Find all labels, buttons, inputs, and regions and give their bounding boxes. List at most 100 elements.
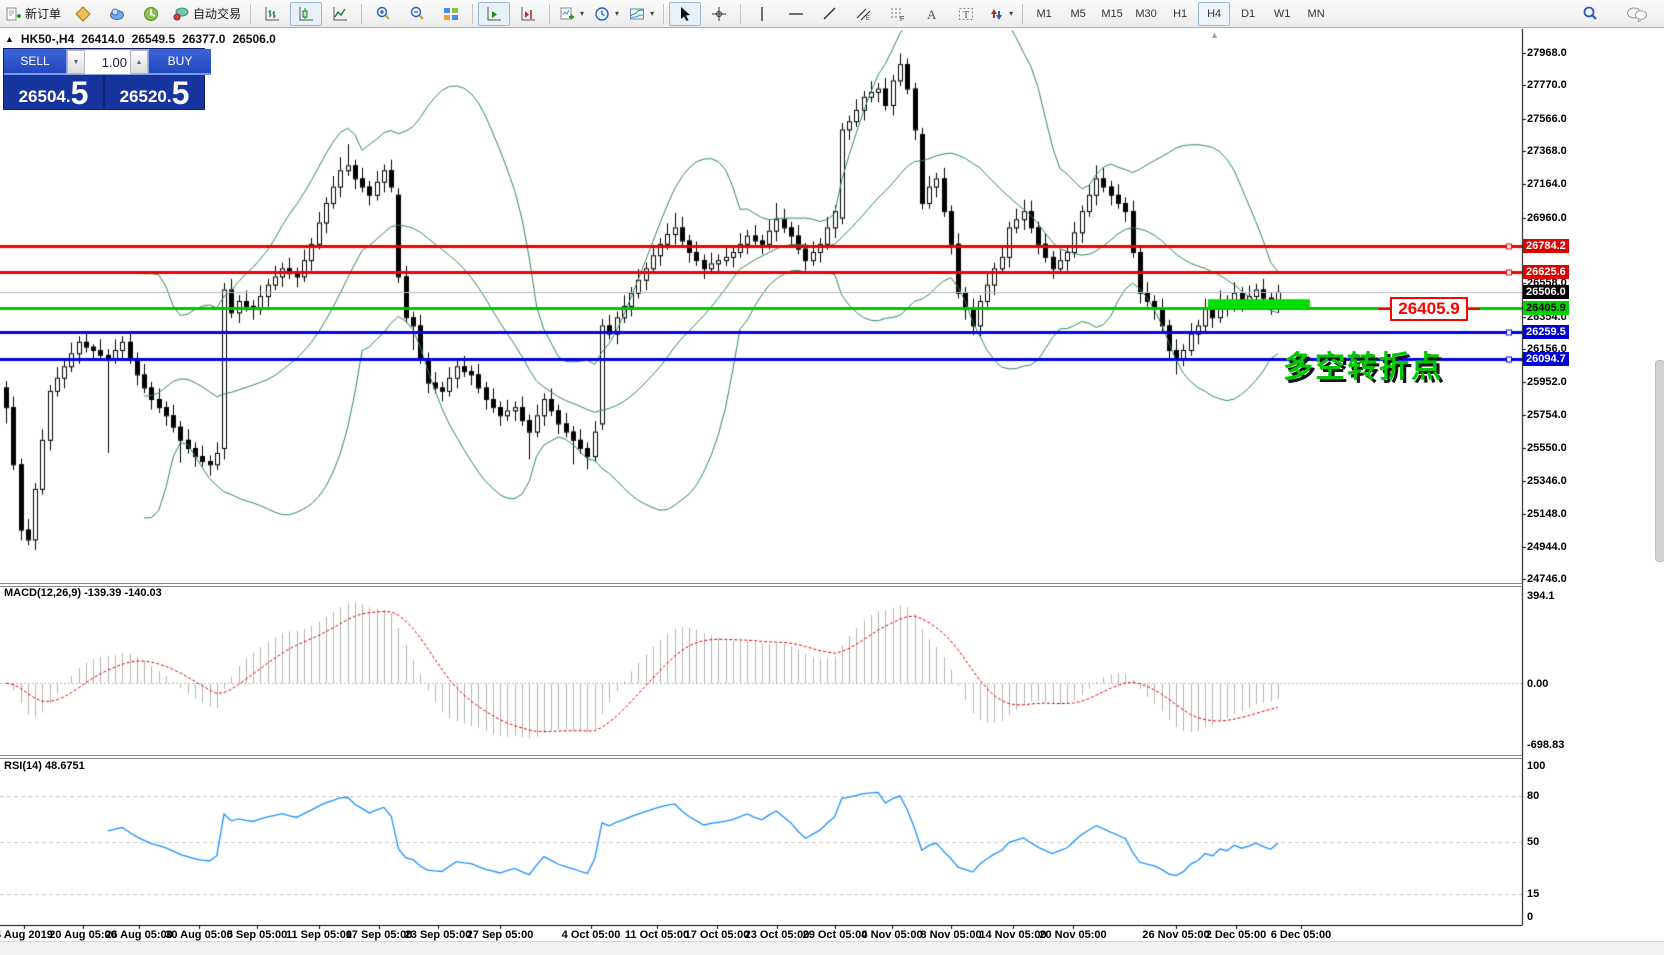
data-window-icon: [109, 6, 125, 22]
rsi-scale-label: 80: [1527, 790, 1539, 803]
price-tick-label: 25754.0: [1527, 409, 1567, 422]
volume-down-button[interactable]: ▼: [67, 50, 85, 74]
new-chart-icon: [559, 6, 575, 22]
timeframe-M15[interactable]: M15: [1096, 2, 1128, 26]
bar-chart-button[interactable]: [256, 2, 288, 26]
chart-shift-button[interactable]: [512, 2, 544, 26]
price-level-label: 26784.2: [1523, 239, 1569, 253]
navigator-button[interactable]: [135, 2, 167, 26]
quote-high: 26549.5: [132, 32, 175, 46]
new-order-label: 新订单: [25, 5, 61, 22]
tile-windows-button[interactable]: [435, 2, 467, 26]
panel-separator[interactable]: [0, 583, 1522, 587]
buy-price[interactable]: 26520.5: [105, 75, 204, 109]
volume-up-button[interactable]: ▲: [130, 50, 148, 74]
auto-scroll-button[interactable]: [478, 2, 510, 26]
arrows-button[interactable]: ▾: [984, 2, 1017, 26]
zoom-out-button[interactable]: [401, 2, 433, 26]
price-chart-canvas[interactable]: [0, 29, 1664, 954]
zoom-in-icon: [375, 6, 391, 22]
trendline-button[interactable]: [814, 2, 846, 26]
text-button[interactable]: A: [916, 2, 948, 26]
date-label: 6 Dec 05:00: [1246, 929, 1356, 941]
quote-low: 26377.0: [182, 32, 225, 46]
crosshair-icon: [711, 6, 727, 22]
one-click-trading-panel: SELL ▼ ▲ BUY 26504.5 26520.5: [3, 48, 205, 110]
timeframe-W1[interactable]: W1: [1266, 2, 1298, 26]
text-icon: A: [924, 6, 940, 22]
timeframe-toolbar: M1M5M15M30H1H4D1W1MN: [1027, 2, 1333, 26]
line-chart-icon: [332, 6, 348, 22]
autotrading-button[interactable]: 自动交易: [169, 2, 245, 26]
data-window-button[interactable]: [101, 2, 133, 26]
equidistant-channel-button[interactable]: E: [848, 2, 880, 26]
horizontal-line-button[interactable]: [780, 2, 812, 26]
level-price-tag[interactable]: 26405.9: [1390, 297, 1468, 321]
date-label: 20 Nov 05:00: [1018, 929, 1128, 941]
svg-text:T: T: [963, 10, 969, 21]
scroll-marker-icon: ▴: [1212, 30, 1217, 41]
dropdown-arrow-icon: ▾: [650, 9, 654, 18]
macd-indicator-label: MACD(12,26,9) -139.39 -140.03: [4, 587, 162, 599]
sell-label: SELL: [20, 54, 49, 68]
timeframe-M1[interactable]: M1: [1028, 2, 1060, 26]
price-tick-label: 24746.0: [1527, 573, 1567, 586]
timeframe-M30[interactable]: M30: [1130, 2, 1162, 26]
svg-text:E: E: [866, 16, 870, 22]
volume-control: ▼ ▲: [66, 49, 149, 75]
tile-windows-icon: [443, 6, 459, 22]
price-tick-label: 27968.0: [1527, 47, 1567, 60]
macd-scale-top: 394.1: [1527, 590, 1555, 603]
price-tick-label: 27566.0: [1527, 113, 1567, 126]
candlestick-chart-button[interactable]: [290, 2, 322, 26]
cursor-button[interactable]: [669, 2, 701, 26]
sell-price-main: 26504: [19, 87, 66, 107]
vertical-line-icon: [754, 6, 770, 22]
timeframe-H4[interactable]: H4: [1198, 2, 1230, 26]
chart-text-annotation[interactable]: 多空转折点: [1283, 342, 1443, 386]
templates-button[interactable]: ▾: [625, 2, 658, 26]
market-watch-button[interactable]: [67, 2, 99, 26]
timeframe-MN[interactable]: MN: [1300, 2, 1332, 26]
new-chart-button[interactable]: ▾: [555, 2, 588, 26]
buy-button[interactable]: BUY: [149, 49, 211, 75]
sell-price[interactable]: 26504.5: [4, 75, 105, 109]
periods-button[interactable]: ▾: [590, 2, 623, 26]
sell-button[interactable]: SELL: [4, 49, 66, 75]
crosshair-button[interactable]: [703, 2, 735, 26]
dropdown-arrow-icon: ▾: [580, 9, 584, 18]
zoom-out-icon: [409, 6, 425, 22]
line-chart-button[interactable]: [324, 2, 356, 26]
templates-icon: [629, 6, 645, 22]
toolbar-separator: [549, 4, 550, 24]
search-icon: [1581, 5, 1599, 23]
zoom-in-button[interactable]: [367, 2, 399, 26]
equidistant-channel-icon: E: [856, 6, 872, 22]
volume-input[interactable]: [85, 50, 130, 74]
svg-text:A: A: [927, 7, 937, 22]
panel-separator[interactable]: [0, 755, 1522, 759]
vertical-line-button[interactable]: [746, 2, 778, 26]
price-tick-label: 26960.0: [1527, 212, 1567, 225]
arrows-icon: [988, 6, 1004, 22]
price-tick-label: 25550.0: [1527, 442, 1567, 455]
trendline-icon: [822, 6, 838, 22]
price-level-label: 26405.9: [1523, 301, 1569, 315]
search-button[interactable]: [1574, 2, 1606, 26]
collapse-panel-icon[interactable]: ▲: [5, 34, 14, 44]
dropdown-arrow-icon: ▾: [615, 9, 619, 18]
fibonacci-button[interactable]: F: [882, 2, 914, 26]
price-level-label: 26506.0: [1523, 285, 1569, 299]
new-order-button[interactable]: 新订单: [1, 2, 65, 26]
window-scrollbar-thumb[interactable]: [1655, 360, 1664, 562]
chat-button[interactable]: [1621, 2, 1653, 26]
timeframe-H1[interactable]: H1: [1164, 2, 1196, 26]
timeframe-M5[interactable]: M5: [1062, 2, 1094, 26]
navigator-icon: [143, 6, 159, 22]
autotrading-icon: [173, 6, 189, 22]
toolbar-separator: [250, 4, 251, 24]
sell-price-pip: 5: [71, 79, 89, 107]
chart-shift-icon: [520, 6, 536, 22]
timeframe-D1[interactable]: D1: [1232, 2, 1264, 26]
text-label-button[interactable]: T: [950, 2, 982, 26]
